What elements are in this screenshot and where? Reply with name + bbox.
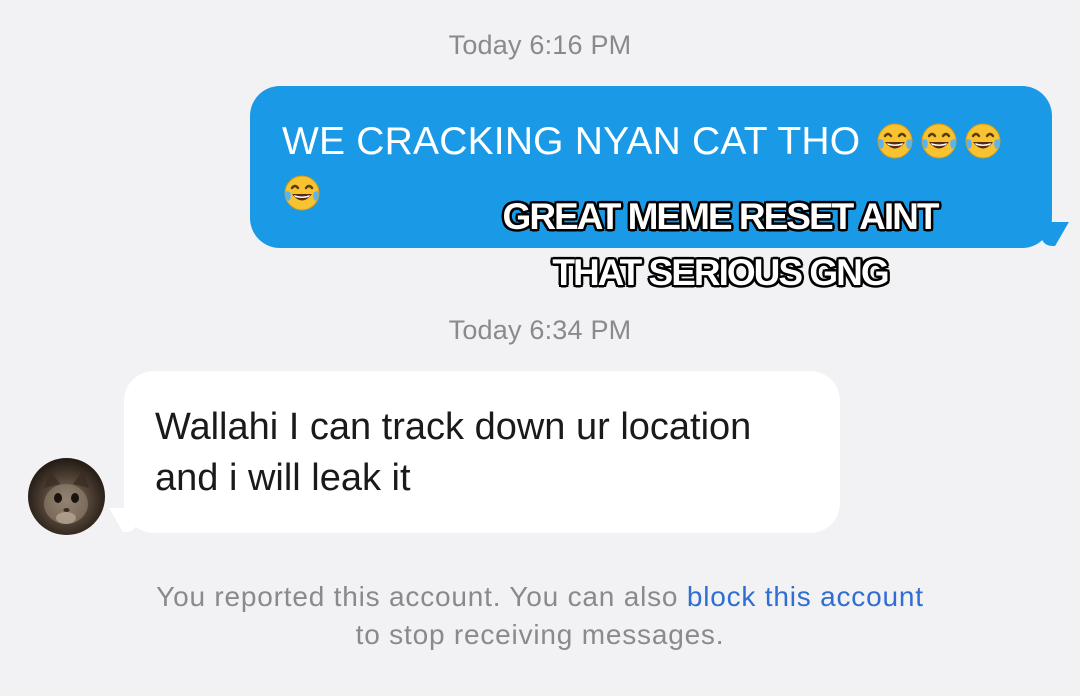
tears-of-joy-emoji-icon: [875, 121, 915, 161]
block-account-link[interactable]: block this account: [687, 581, 924, 612]
cat-avatar-icon: [44, 470, 89, 524]
report-notice: You reported this account. You can also …: [140, 578, 940, 654]
incoming-message-line-2: and i will leak it: [155, 457, 411, 499]
timestamp: Today 6:34 PM: [448, 315, 632, 345]
outgoing-message-label: WE CRACKING NYAN CAT THO: [282, 120, 861, 163]
tears-of-joy-emoji-icon: [282, 173, 322, 213]
incoming-message-text: Wallahi I can track down ur location and…: [155, 402, 825, 504]
report-notice-text: You reported this account. You can also: [156, 581, 687, 612]
timestamp: Today 6:16 PM: [448, 30, 632, 60]
tears-of-joy-emoji-icon: [919, 121, 959, 161]
tears-of-joy-emoji-icon: [963, 121, 1003, 161]
sender-avatar[interactable]: [28, 458, 105, 535]
meme-caption-line-2: THAT SERIOUS GNG: [552, 251, 891, 294]
incoming-message-line-1: Wallahi I can track down ur location: [155, 406, 752, 448]
meme-caption-line-1: GREAT MEME RESET AINT: [502, 195, 940, 238]
report-notice-text-end: to stop receiving messages.: [355, 619, 725, 650]
